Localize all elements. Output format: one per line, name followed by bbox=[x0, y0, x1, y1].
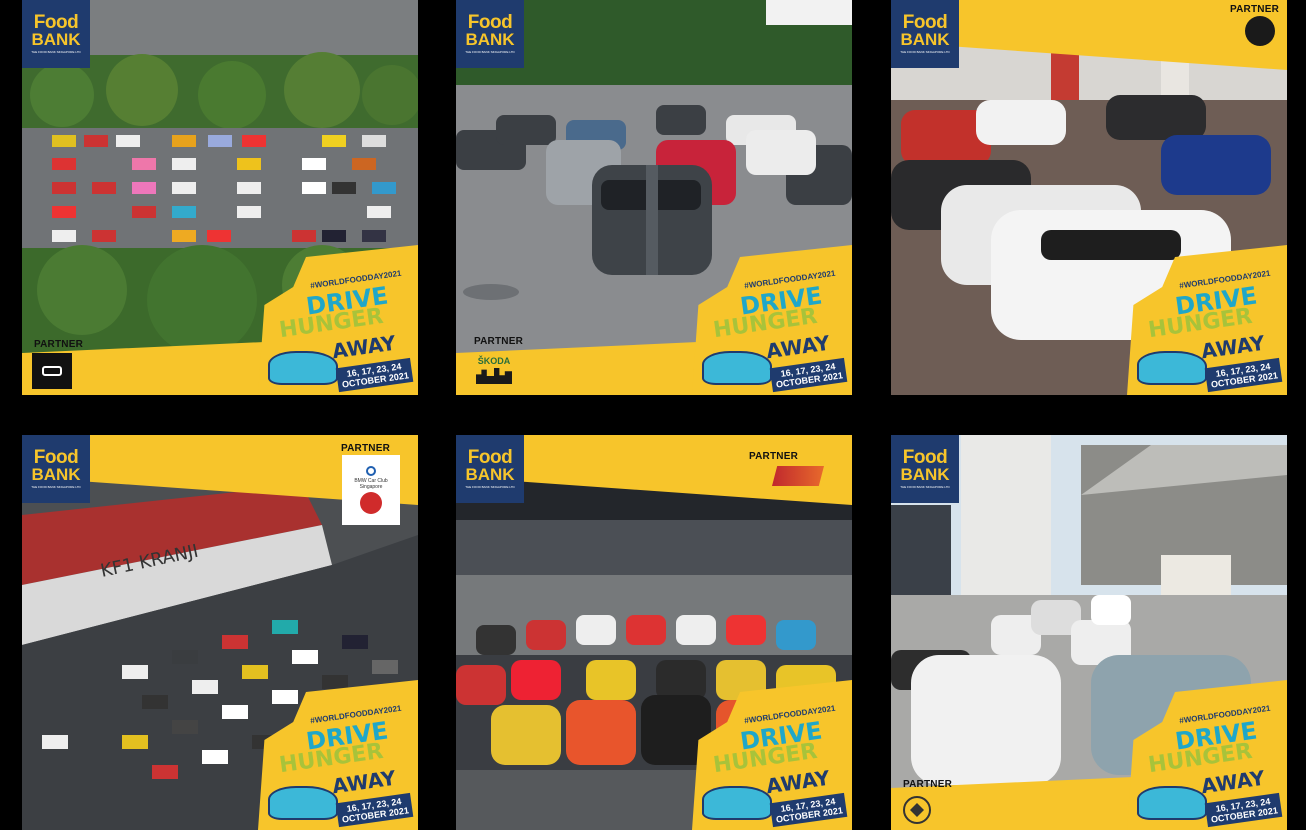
food-bank-logo: Food BANK THE FOOD BANK SINGAPORE LTD bbox=[456, 0, 524, 68]
logo-food-text: Food bbox=[467, 12, 513, 33]
logo-food-text: Food bbox=[902, 12, 948, 33]
car-illustration-icon bbox=[702, 786, 772, 820]
lion-icon bbox=[360, 492, 382, 514]
food-bank-logo: Food BANK THE FOOD BANK SINGAPORE LTD bbox=[22, 0, 90, 68]
club-crest-icon bbox=[910, 803, 924, 817]
event-badge: #WORLDFOODDAY2021 DRIVE HUNGER AWAY 16, … bbox=[1127, 680, 1287, 830]
logo-sub-text: THE FOOD BANK SINGAPORE LTD bbox=[465, 485, 515, 489]
food-bank-logo: Food BANK THE FOOD BANK SINGAPORE LTD bbox=[456, 435, 524, 503]
logo-sub-text: THE FOOD BANK SINGAPORE LTD bbox=[900, 50, 950, 54]
partner-name: ŠKODA bbox=[477, 356, 511, 366]
partner-name: BMW Car Club Singapore bbox=[354, 478, 388, 490]
partner-logo: BMW Car Club Singapore bbox=[342, 455, 400, 525]
event-badge: #WORLDFOODDAY2021 DRIVE HUNGER AWAY 16, … bbox=[258, 245, 418, 395]
post-tile-5[interactable]: Food BANK THE FOOD BANK SINGAPORE LTD PA… bbox=[456, 435, 852, 830]
logo-bank-text: BANK bbox=[31, 465, 81, 484]
event-badge: #WORLDFOODDAY2021 DRIVE HUNGER AWAY 16, … bbox=[258, 680, 418, 830]
partner-logo-mark bbox=[42, 366, 62, 376]
logo-food-text: Food bbox=[902, 447, 948, 468]
car-illustration-icon bbox=[268, 786, 338, 820]
car-illustration-icon bbox=[1137, 786, 1207, 820]
logo-sub-text: THE FOOD BANK SINGAPORE LTD bbox=[465, 50, 515, 54]
food-bank-logo: Food BANK THE FOOD BANK SINGAPORE LTD bbox=[22, 435, 90, 503]
event-badge: #WORLDFOODDAY2021 DRIVE HUNGER AWAY 16, … bbox=[692, 680, 852, 830]
skyline-icon bbox=[476, 368, 512, 384]
event-badge: #WORLDFOODDAY2021 DRIVE HUNGER AWAY 16, … bbox=[1127, 245, 1287, 395]
logo-sub-text: THE FOOD BANK SINGAPORE LTD bbox=[31, 50, 81, 54]
post-tile-1[interactable]: Food BANK THE FOOD BANK SINGAPORE LTD PA… bbox=[22, 0, 418, 395]
car-illustration-icon bbox=[268, 351, 338, 385]
car-illustration-icon bbox=[702, 351, 772, 385]
partner-label: PARTNER bbox=[903, 779, 952, 790]
partner-logo bbox=[768, 463, 828, 489]
jfc-logo-icon bbox=[772, 466, 824, 486]
partner-logo bbox=[1245, 16, 1275, 46]
logo-bank-text: BANK bbox=[900, 30, 950, 49]
logo-food-text: Food bbox=[467, 447, 513, 468]
logo-bank-text: BANK bbox=[31, 30, 81, 49]
food-bank-logo: Food BANK THE FOOD BANK SINGAPORE LTD bbox=[891, 435, 959, 503]
partner-label: PARTNER bbox=[474, 336, 523, 347]
bmw-roundel-icon bbox=[366, 466, 376, 476]
post-tile-4[interactable]: KF1 KRANJI Food BANK THE FOOD BANK SINGA… bbox=[22, 435, 418, 830]
post-tile-2[interactable]: Food BANK THE FOOD BANK SINGAPORE LTD PA… bbox=[456, 0, 852, 395]
logo-sub-text: THE FOOD BANK SINGAPORE LTD bbox=[31, 485, 81, 489]
logo-food-text: Food bbox=[33, 447, 79, 468]
logo-bank-text: BANK bbox=[465, 465, 515, 484]
partner-label: PARTNER bbox=[34, 339, 83, 350]
logo-sub-text: THE FOOD BANK SINGAPORE LTD bbox=[900, 485, 950, 489]
partner-logo bbox=[32, 353, 72, 389]
food-bank-logo: Food BANK THE FOOD BANK SINGAPORE LTD bbox=[891, 0, 959, 68]
partner-label: PARTNER bbox=[1230, 4, 1279, 15]
partner-logo: ŠKODA bbox=[472, 351, 516, 389]
event-badge: #WORLDFOODDAY2021 DRIVE HUNGER AWAY 16, … bbox=[692, 245, 852, 395]
post-tile-6[interactable]: Food BANK THE FOOD BANK SINGAPORE LTD PA… bbox=[891, 435, 1287, 830]
logo-bank-text: BANK bbox=[900, 465, 950, 484]
logo-food-text: Food bbox=[33, 12, 79, 33]
car-illustration-icon bbox=[1137, 351, 1207, 385]
post-tile-3[interactable]: Food BANK THE FOOD BANK SINGAPORE LTD PA… bbox=[891, 0, 1287, 395]
partner-label: PARTNER bbox=[749, 451, 798, 462]
partner-logo bbox=[903, 796, 931, 824]
logo-bank-text: BANK bbox=[465, 30, 515, 49]
partner-label: PARTNER bbox=[341, 443, 390, 454]
